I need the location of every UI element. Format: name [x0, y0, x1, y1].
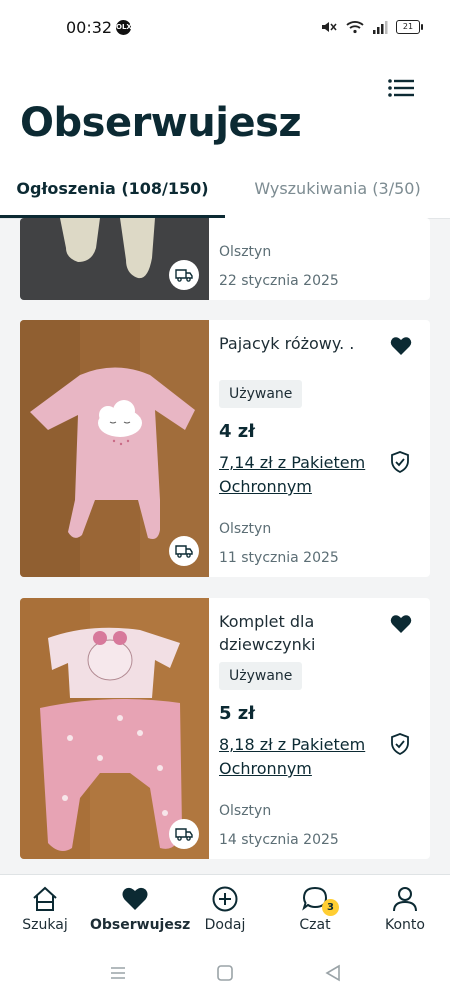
status-icons: 21 [320, 20, 423, 34]
heart-icon [122, 887, 148, 910]
delivery-badge [169, 260, 199, 290]
nav-account[interactable]: Konto [360, 875, 450, 947]
back-icon[interactable] [322, 962, 344, 984]
delivery-badge [169, 536, 199, 566]
nav-add[interactable]: Dodaj [180, 875, 270, 947]
nav-label: Konto [385, 917, 425, 933]
listing-location: Olsztyn [219, 803, 272, 819]
truck-icon [175, 545, 193, 558]
listing-price: 4 zł [219, 421, 255, 442]
chat-count-badge: 3 [322, 899, 339, 916]
home-icon [33, 886, 57, 911]
listing-date: 14 stycznia 2025 [219, 832, 339, 848]
listing-card[interactable]: Komplet dla dziewczynki Używane 5 zł 8,1… [20, 598, 430, 859]
nav-chat[interactable]: 3 Czat [270, 875, 360, 947]
menu-icon[interactable] [107, 962, 129, 984]
nav-label: Czat [299, 917, 331, 933]
protected-price-link[interactable]: 8,18 zł z Pakietem Ochronnym [219, 733, 379, 781]
status-time: 00:32 [66, 18, 113, 37]
listing-card[interactable]: Pajacyk różowy. . Używane 4 zł 7,14 zł z… [20, 320, 430, 577]
nav-label: Szukaj [22, 917, 68, 933]
nav-watched[interactable]: Obserwujesz [90, 875, 191, 947]
listing-card[interactable]: Olsztyn 22 stycznia 2025 [20, 218, 430, 300]
listing-date: 22 stycznia 2025 [219, 273, 339, 289]
shield-check-icon [391, 733, 409, 755]
mute-icon [322, 22, 337, 32]
listing-title[interactable]: Komplet dla dziewczynki [219, 610, 379, 656]
listing-price: 5 zł [219, 703, 255, 724]
tabs: Ogłoszenia (108/150) Wyszukiwania (3/50) [0, 164, 450, 219]
bottom-nav: Szukaj Obserwujesz Dodaj 3 Czat Konto [0, 874, 450, 947]
nav-search[interactable]: Szukaj [0, 875, 90, 947]
listing-title[interactable]: Pajacyk różowy. . [219, 332, 379, 355]
user-icon [393, 887, 417, 912]
nav-label: Obserwujesz [90, 917, 191, 933]
listing-date: 11 stycznia 2025 [219, 550, 339, 566]
olx-notification-icon: OLX [116, 20, 132, 35]
condition-badge: Używane [219, 662, 303, 690]
tab-ads[interactable]: Ogłoszenia (108/150) [0, 164, 225, 218]
battery-icon: 21 [396, 20, 423, 34]
heart-icon[interactable] [390, 614, 412, 634]
heart-icon[interactable] [390, 336, 412, 356]
protected-price-link[interactable]: 7,14 zł z Pakietem Ochronnym [219, 451, 379, 499]
listing-location: Olsztyn [219, 521, 272, 537]
signal-icon [373, 21, 388, 34]
nav-label: Dodaj [204, 917, 246, 933]
system-nav-bar [0, 946, 450, 1000]
header: Obserwujesz Ogłoszenia (108/150) Wyszuki… [0, 58, 450, 219]
wifi-icon [346, 21, 364, 34]
plus-circle-icon [212, 886, 238, 912]
home-square-icon[interactable] [214, 962, 236, 984]
status-bar: 00:32 OLX 21 [0, 0, 450, 58]
tab-searches[interactable]: Wyszukiwania (3/50) [225, 164, 450, 218]
listing-location: Olsztyn [219, 244, 272, 260]
condition-badge: Używane [219, 380, 303, 408]
delivery-badge [169, 819, 199, 849]
truck-icon [175, 269, 193, 282]
page-title: Obserwujesz [20, 100, 302, 146]
truck-icon [175, 828, 193, 841]
shield-check-icon [391, 451, 409, 473]
list-icon[interactable] [388, 78, 414, 98]
